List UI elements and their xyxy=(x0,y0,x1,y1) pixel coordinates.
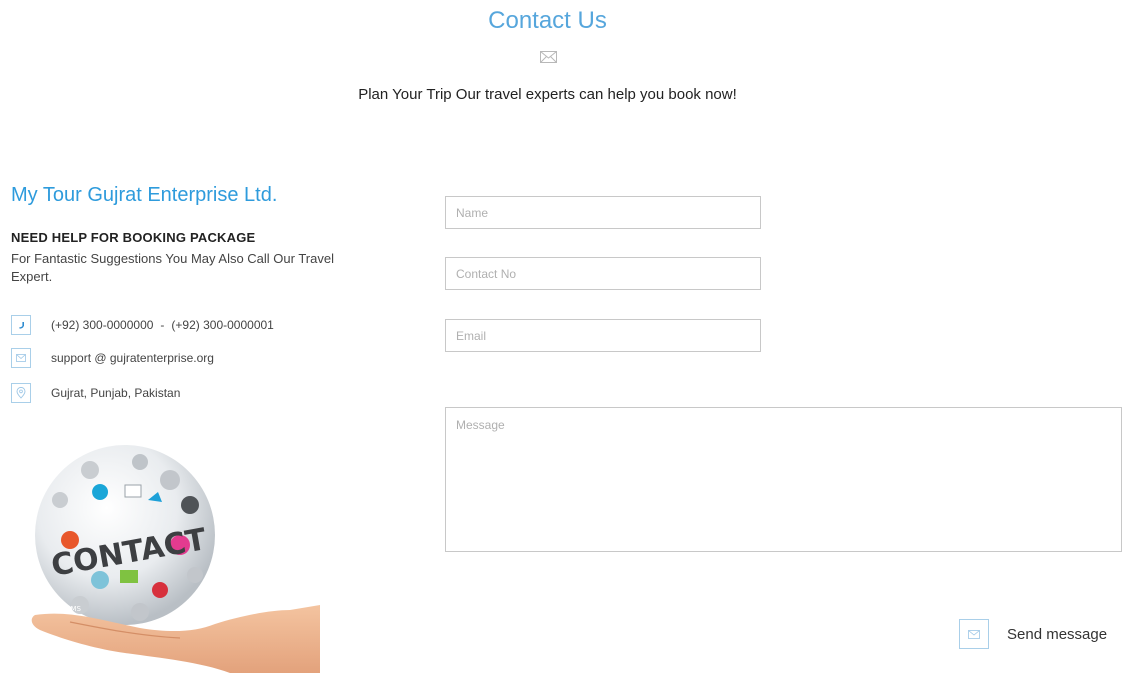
phone-number-1[interactable]: (+92) 300-0000000 xyxy=(51,318,153,332)
page-subtitle: Plan Your Trip Our travel experts can he… xyxy=(358,86,737,103)
contact-number-input[interactable] xyxy=(445,257,761,290)
globe-illustration: CONTACT SMS xyxy=(31,445,320,673)
company-name: My Tour Gujrat Enterprise Ltd. xyxy=(11,184,278,206)
envelope-icon xyxy=(11,348,31,368)
email-input[interactable] xyxy=(445,319,761,352)
envelope-icon xyxy=(540,51,557,63)
page-title: Contact Us xyxy=(488,7,607,34)
location-pin-icon xyxy=(11,383,31,403)
address: Gujrat, Punjab, Pakistan xyxy=(51,386,181,400)
phone-number-2[interactable]: (+92) 300-0000001 xyxy=(171,318,273,332)
message-textarea[interactable] xyxy=(445,407,1122,552)
help-heading: NEED HELP FOR BOOKING PACKAGE xyxy=(11,230,256,245)
phone-numbers: (+92) 300-0000000- (+92) 300-0000001 xyxy=(51,318,274,332)
send-message-label: Send message xyxy=(1007,625,1108,643)
phone-row: (+92) 300-0000000- (+92) 300-0000001 xyxy=(11,314,274,336)
support-email[interactable]: support @ gujratenterprise.org xyxy=(51,351,214,365)
contact-globe-image: CONTACT SMS xyxy=(30,440,320,673)
email-row: support @ gujratenterprise.org xyxy=(11,347,214,369)
name-input[interactable] xyxy=(445,196,761,229)
send-message-button[interactable]: Send message xyxy=(959,618,1107,650)
envelope-icon xyxy=(959,619,989,649)
help-text: For Fantastic Suggestions You May Also C… xyxy=(11,251,334,284)
address-row: Gujrat, Punjab, Pakistan xyxy=(11,382,180,404)
phone-separator: - xyxy=(160,318,165,332)
globe-sms-bubble: SMS xyxy=(66,605,81,613)
phone-icon xyxy=(11,315,31,335)
